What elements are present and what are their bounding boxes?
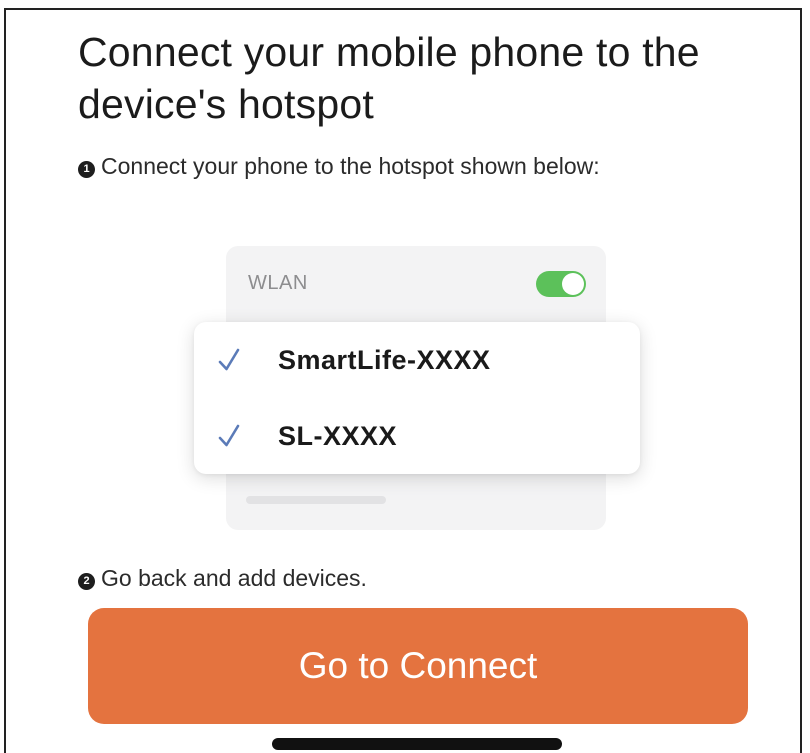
network-name: SmartLife-XXXX [278,345,491,375]
wlan-label: WLAN [248,272,308,294]
wlan-row: WLAN [226,246,606,324]
step-1-number-badge: 1 [78,161,95,178]
go-to-connect-button[interactable]: Go to Connect [88,608,748,724]
page-title: Connect your mobile phone to the device'… [78,29,700,127]
checkmark-icon [218,348,240,371]
step-2-instruction: 2 Go back and add devices. [78,562,718,594]
home-indicator[interactable] [272,738,562,750]
step-2-number-badge: 2 [78,573,95,590]
step-2-text: Go back and add devices. [101,565,367,591]
network-item-sl: SL-XXXX [194,408,640,468]
hotspot-list-card: SmartLife-XXXX SL-XXXX [194,322,640,474]
placeholder-bar [246,496,386,504]
wlan-toggle [536,271,586,297]
network-name: SL-XXXX [278,421,398,451]
network-item-smartlife: SmartLife-XXXX [194,332,640,392]
step-1-instruction: 1 Connect your phone to the hotspot shown… [78,150,718,182]
checkmark-icon [218,424,240,447]
step-1-text: Connect your phone to the hotspot shown … [101,153,600,179]
toggle-knob [562,273,584,295]
